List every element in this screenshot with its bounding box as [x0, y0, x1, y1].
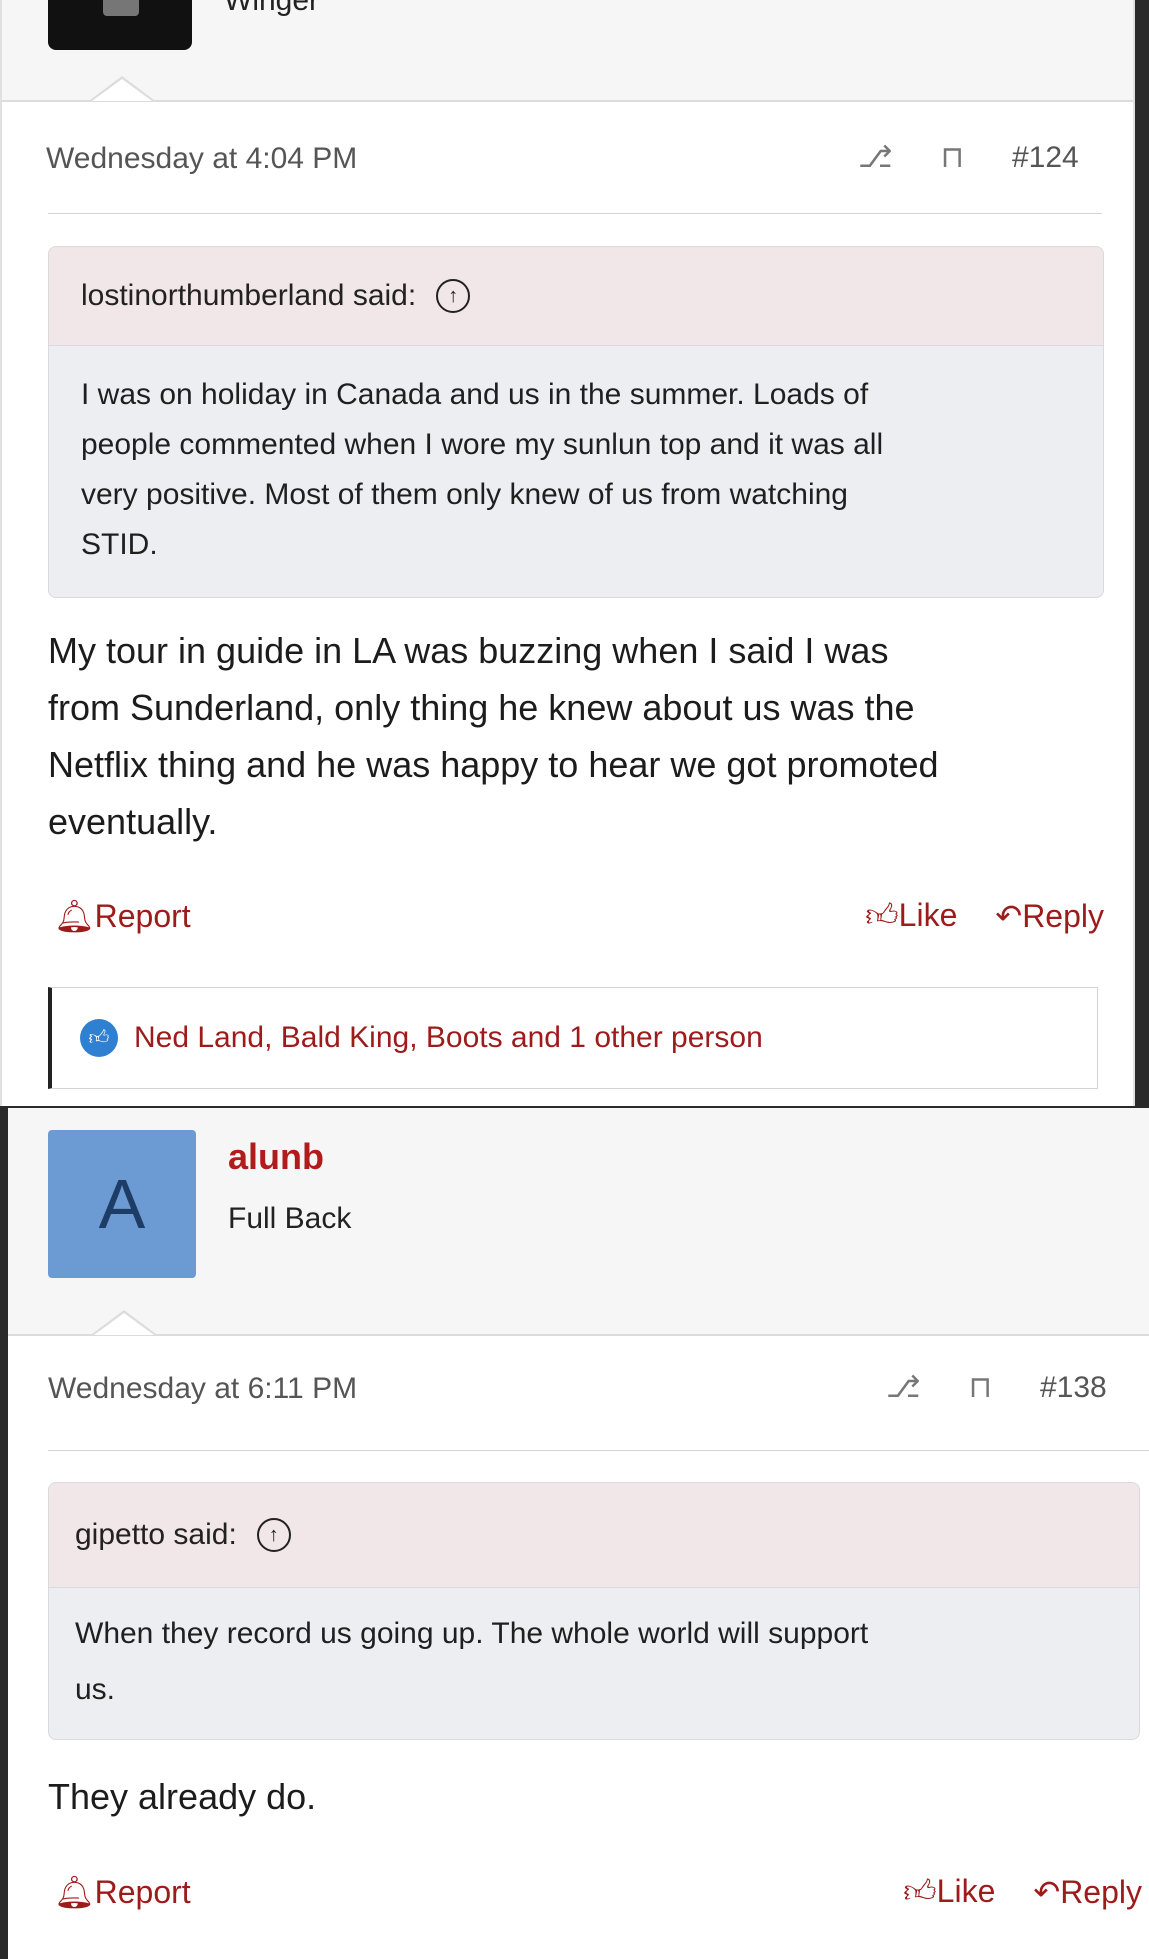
quote-block: lostinorthumberland said: ↑ I was on hol… — [48, 246, 1104, 598]
bell-icon: 🔔︎ — [54, 897, 95, 934]
arrow-up-icon[interactable]: ↑ — [256, 1518, 291, 1552]
quote-block: gipetto said: ↑ When they record us goin… — [48, 1482, 1140, 1740]
bookmark-icon[interactable]: ⊓ — [969, 1370, 992, 1405]
quote-text: I was on holiday in Canada and us in the… — [81, 378, 884, 561]
post-body: They already do. — [48, 1776, 317, 1817]
post-meta-actions: ⎇ ⊓ #124 — [858, 140, 1079, 175]
share-icon[interactable]: ⎇ — [886, 1370, 921, 1405]
reply-button[interactable]: ↶Reply — [995, 897, 1104, 935]
arrow-notch — [90, 76, 154, 101]
like-button[interactable]: 👍︎Like — [865, 896, 957, 935]
bookmark-icon[interactable]: ⊓ — [941, 140, 964, 175]
quote-author[interactable]: gipetto said: — [75, 1518, 237, 1552]
username[interactable]: alunb — [228, 1136, 324, 1178]
post-actions: 🔔︎Report 👍︎Like ↶Reply — [54, 1872, 1142, 1911]
likes-list[interactable]: Ned Land, Bald King, Boots and 1 other p… — [134, 1021, 763, 1055]
reply-icon: ↶ — [995, 897, 1023, 934]
divider — [48, 1450, 1149, 1451]
post-number[interactable]: #138 — [1040, 1371, 1107, 1405]
like-button[interactable]: 👍︎Like — [903, 1872, 995, 1911]
share-icon[interactable]: ⎇ — [858, 140, 893, 175]
quote-author[interactable]: lostinorthumberland said: — [81, 279, 416, 313]
post-124: Winger Wednesday at 4:04 PM ⎇ ⊓ #124 los… — [0, 0, 1135, 1106]
likes-summary: 👍︎ Ned Land, Bald King, Boots and 1 othe… — [48, 987, 1098, 1089]
thumbs-up-icon: 👍︎ — [903, 1873, 937, 1909]
thumbs-up-icon: 👍︎ — [865, 897, 899, 933]
post-body: My tour in guide in LA was buzzing when … — [48, 630, 939, 842]
quote-header: lostinorthumberland said: ↑ — [49, 247, 1103, 346]
quote-header: gipetto said: ↑ — [49, 1483, 1139, 1588]
user-title: Winger — [224, 0, 320, 17]
user-bar: A alunb Full Back — [8, 1108, 1149, 1336]
quote-text: When they record us going up. The whole … — [75, 1617, 869, 1706]
user-bar: Winger — [2, 0, 1133, 102]
bell-icon: 🔔︎ — [54, 1873, 95, 1910]
like-badge-icon: 👍︎ — [80, 1019, 118, 1057]
post-date[interactable]: Wednesday at 4:04 PM — [46, 142, 357, 176]
report-button[interactable]: 🔔︎Report — [54, 897, 191, 935]
post-number[interactable]: #124 — [1012, 141, 1079, 175]
post-meta-actions: ⎇ ⊓ #138 — [886, 1370, 1107, 1405]
post-actions: 🔔︎Report 👍︎Like ↶Reply — [54, 896, 1104, 935]
reply-icon: ↶ — [1033, 1873, 1061, 1910]
user-title: Full Back — [228, 1202, 352, 1235]
post-date[interactable]: Wednesday at 6:11 PM — [48, 1372, 357, 1406]
avatar[interactable] — [48, 0, 192, 50]
divider — [48, 213, 1102, 214]
avatar[interactable]: A — [48, 1130, 196, 1278]
report-button[interactable]: 🔔︎Report — [54, 1873, 191, 1911]
post-138: A alunb Full Back Wednesday at 6:11 PM ⎇… — [8, 1108, 1149, 1959]
reply-button[interactable]: ↶Reply — [1033, 1873, 1142, 1911]
arrow-up-icon[interactable]: ↑ — [436, 279, 471, 313]
arrow-notch — [92, 1310, 156, 1335]
